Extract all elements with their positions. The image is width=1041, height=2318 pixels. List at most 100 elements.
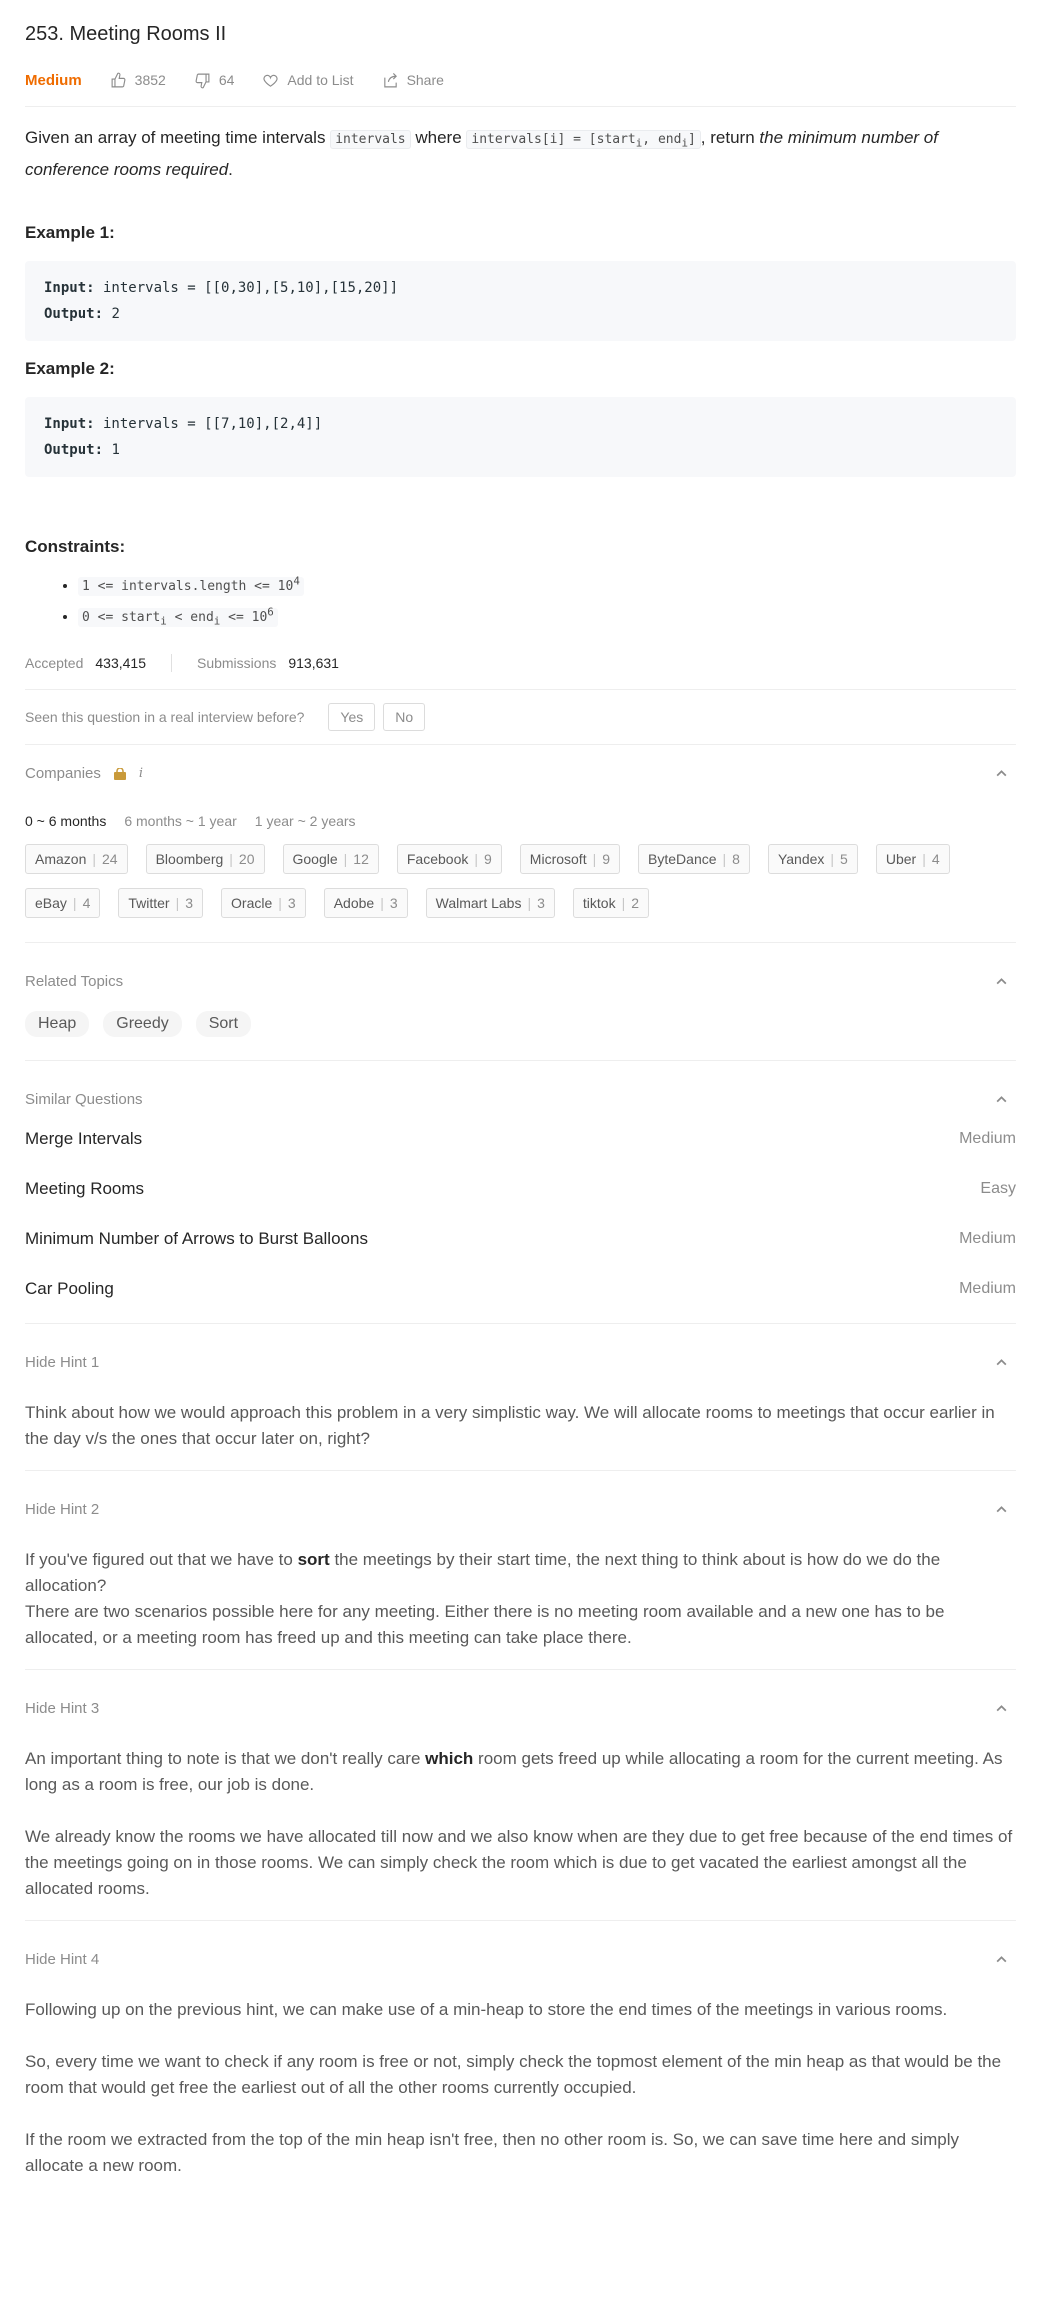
company-tag[interactable]: Uber | 4 [875,843,950,874]
interview-feedback: Seen this question in a real interview b… [25,702,1016,731]
like-button[interactable]: 3852 [110,72,166,89]
interview-question-text: Seen this question in a real interview b… [25,708,305,725]
tab-6-months-1-year[interactable]: 6 months ~ 1 year [124,813,236,829]
like-count: 3852 [134,72,166,88]
company-tag[interactable]: ByteDance | 8 [638,843,750,874]
divider [25,106,1016,107]
company-count: 24 [102,850,118,867]
company-tag[interactable]: Twitter | 3 [118,887,204,918]
divider [25,1469,1016,1471]
hint-4-body: Following up on the previous hint, we ca… [25,1997,1016,2179]
chevron-up-icon[interactable] [995,767,1008,780]
hint-text: Following up on the previous hint, we ca… [25,1999,948,2019]
separator: | [830,850,835,867]
dislike-button[interactable]: 64 [194,72,235,89]
company-name: Facebook [406,850,469,867]
topic-tag[interactable]: Sort [195,1010,252,1037]
company-count: 3 [185,894,194,911]
company-name: ByteDance [648,850,717,867]
company-tag[interactable]: Facebook | 9 [396,843,502,874]
company-count: 2 [631,894,640,911]
company-name: Walmart Labs [435,894,522,911]
hide-hint-label: Hide Hint 4 [25,1951,100,1969]
company-name: Bloomberg [155,850,224,867]
add-to-list-button[interactable]: Add to List [262,72,354,89]
hide-hint-label: Hide Hint 1 [25,1354,100,1372]
chevron-up-icon[interactable] [995,1356,1008,1369]
company-tag[interactable]: Amazon | 24 [25,843,128,874]
company-count: 12 [353,850,369,867]
similar-question-item[interactable]: Merge Intervals Medium [25,1114,1016,1164]
similar-questions-label: Similar Questions [25,1091,143,1109]
chevron-up-icon[interactable] [995,1503,1008,1516]
company-count: 3 [537,894,545,911]
topic-tag[interactable]: Greedy [103,1010,182,1037]
similar-question-item[interactable]: Minimum Number of Arrows to Burst Balloo… [25,1214,1016,1264]
company-tag[interactable]: tiktok | 2 [572,887,650,918]
hint-2-header[interactable]: Hide Hint 2 [25,1499,1016,1521]
add-to-list-label: Add to List [287,72,354,88]
thumbs-down-icon [195,73,210,88]
related-topics-header[interactable]: Related Topics [25,971,1016,993]
company-name: tiktok [582,894,616,911]
company-count: 3 [287,894,296,911]
inline-code: intervals [330,130,411,149]
tab-0-6-months[interactable]: 0 ~ 6 months [25,813,106,829]
constraints-list: 1 <= intervals.length <= 104 0 <= starti… [25,569,1016,635]
topic-tag-list: Heap Greedy Sort [25,1010,1016,1037]
chevron-up-icon[interactable] [995,1093,1008,1106]
yes-button[interactable]: Yes [328,702,376,731]
similar-question-item[interactable]: Car Pooling Medium [25,1264,1016,1314]
topic-tag[interactable]: Heap [25,1010,90,1037]
separator: | [92,850,96,867]
company-tag[interactable]: Yandex | 5 [767,843,858,874]
share-button[interactable]: Share [382,72,444,89]
companies-tabs: 0 ~ 6 months 6 months ~ 1 year 1 year ~ … [25,813,1016,829]
company-tag[interactable]: Google | 12 [282,843,379,874]
divider [25,743,1016,745]
hint-text: There are two scenarios possible here fo… [25,1601,945,1647]
separator: | [922,850,926,867]
hint-4-header[interactable]: Hide Hint 4 [25,1949,1016,1971]
company-tag[interactable]: eBay | 4 [25,887,101,918]
chevron-up-icon[interactable] [995,1702,1008,1715]
similar-questions-header[interactable]: Similar Questions [25,1089,1016,1111]
chevron-up-icon[interactable] [995,1953,1008,1966]
similar-question-item[interactable]: Meeting Rooms Easy [25,1164,1016,1214]
separator: | [474,850,478,867]
divider [25,688,1016,690]
related-topics-label: Related Topics [25,973,124,991]
no-button[interactable]: No [383,702,426,731]
companies-header[interactable]: Companies i [25,763,1016,785]
separator: | [343,850,348,867]
company-tag[interactable]: Microsoft | 9 [519,843,621,874]
hint-text: Think about how we would approach this p… [25,1402,995,1448]
separator: | [621,894,626,911]
company-count: 9 [602,850,611,867]
example-1-title: Example 1: [25,222,115,242]
company-count: 5 [840,850,848,867]
company-tag[interactable]: Bloomberg | 20 [145,843,265,874]
dislike-count: 64 [218,72,235,88]
info-icon[interactable]: i [139,766,143,781]
hint-3-header[interactable]: Hide Hint 3 [25,1698,1016,1720]
share-icon [383,72,397,87]
company-tag[interactable]: Walmart Labs | 3 [425,887,555,918]
constraints-title: Constraints: [25,536,126,556]
separator: | [380,894,384,911]
lock-icon [113,767,126,780]
company-count: 4 [82,894,91,911]
hint-1-header[interactable]: Hide Hint 1 [25,1352,1016,1374]
hint-text: So, every time we want to check if any r… [25,2051,1002,2097]
company-name: Twitter [128,894,170,911]
company-tag[interactable]: Adobe | 3 [323,887,408,918]
tab-1-2-years[interactable]: 1 year ~ 2 years [255,813,356,829]
chevron-up-icon[interactable] [995,975,1008,988]
company-tag[interactable]: Oracle | 3 [221,887,306,918]
hide-hint-label: Hide Hint 3 [25,1700,100,1718]
hide-hint-label: Hide Hint 2 [25,1501,100,1519]
company-count: 9 [484,850,492,867]
separator: | [592,850,597,867]
divider [25,1322,1016,1324]
separator: | [527,894,532,911]
